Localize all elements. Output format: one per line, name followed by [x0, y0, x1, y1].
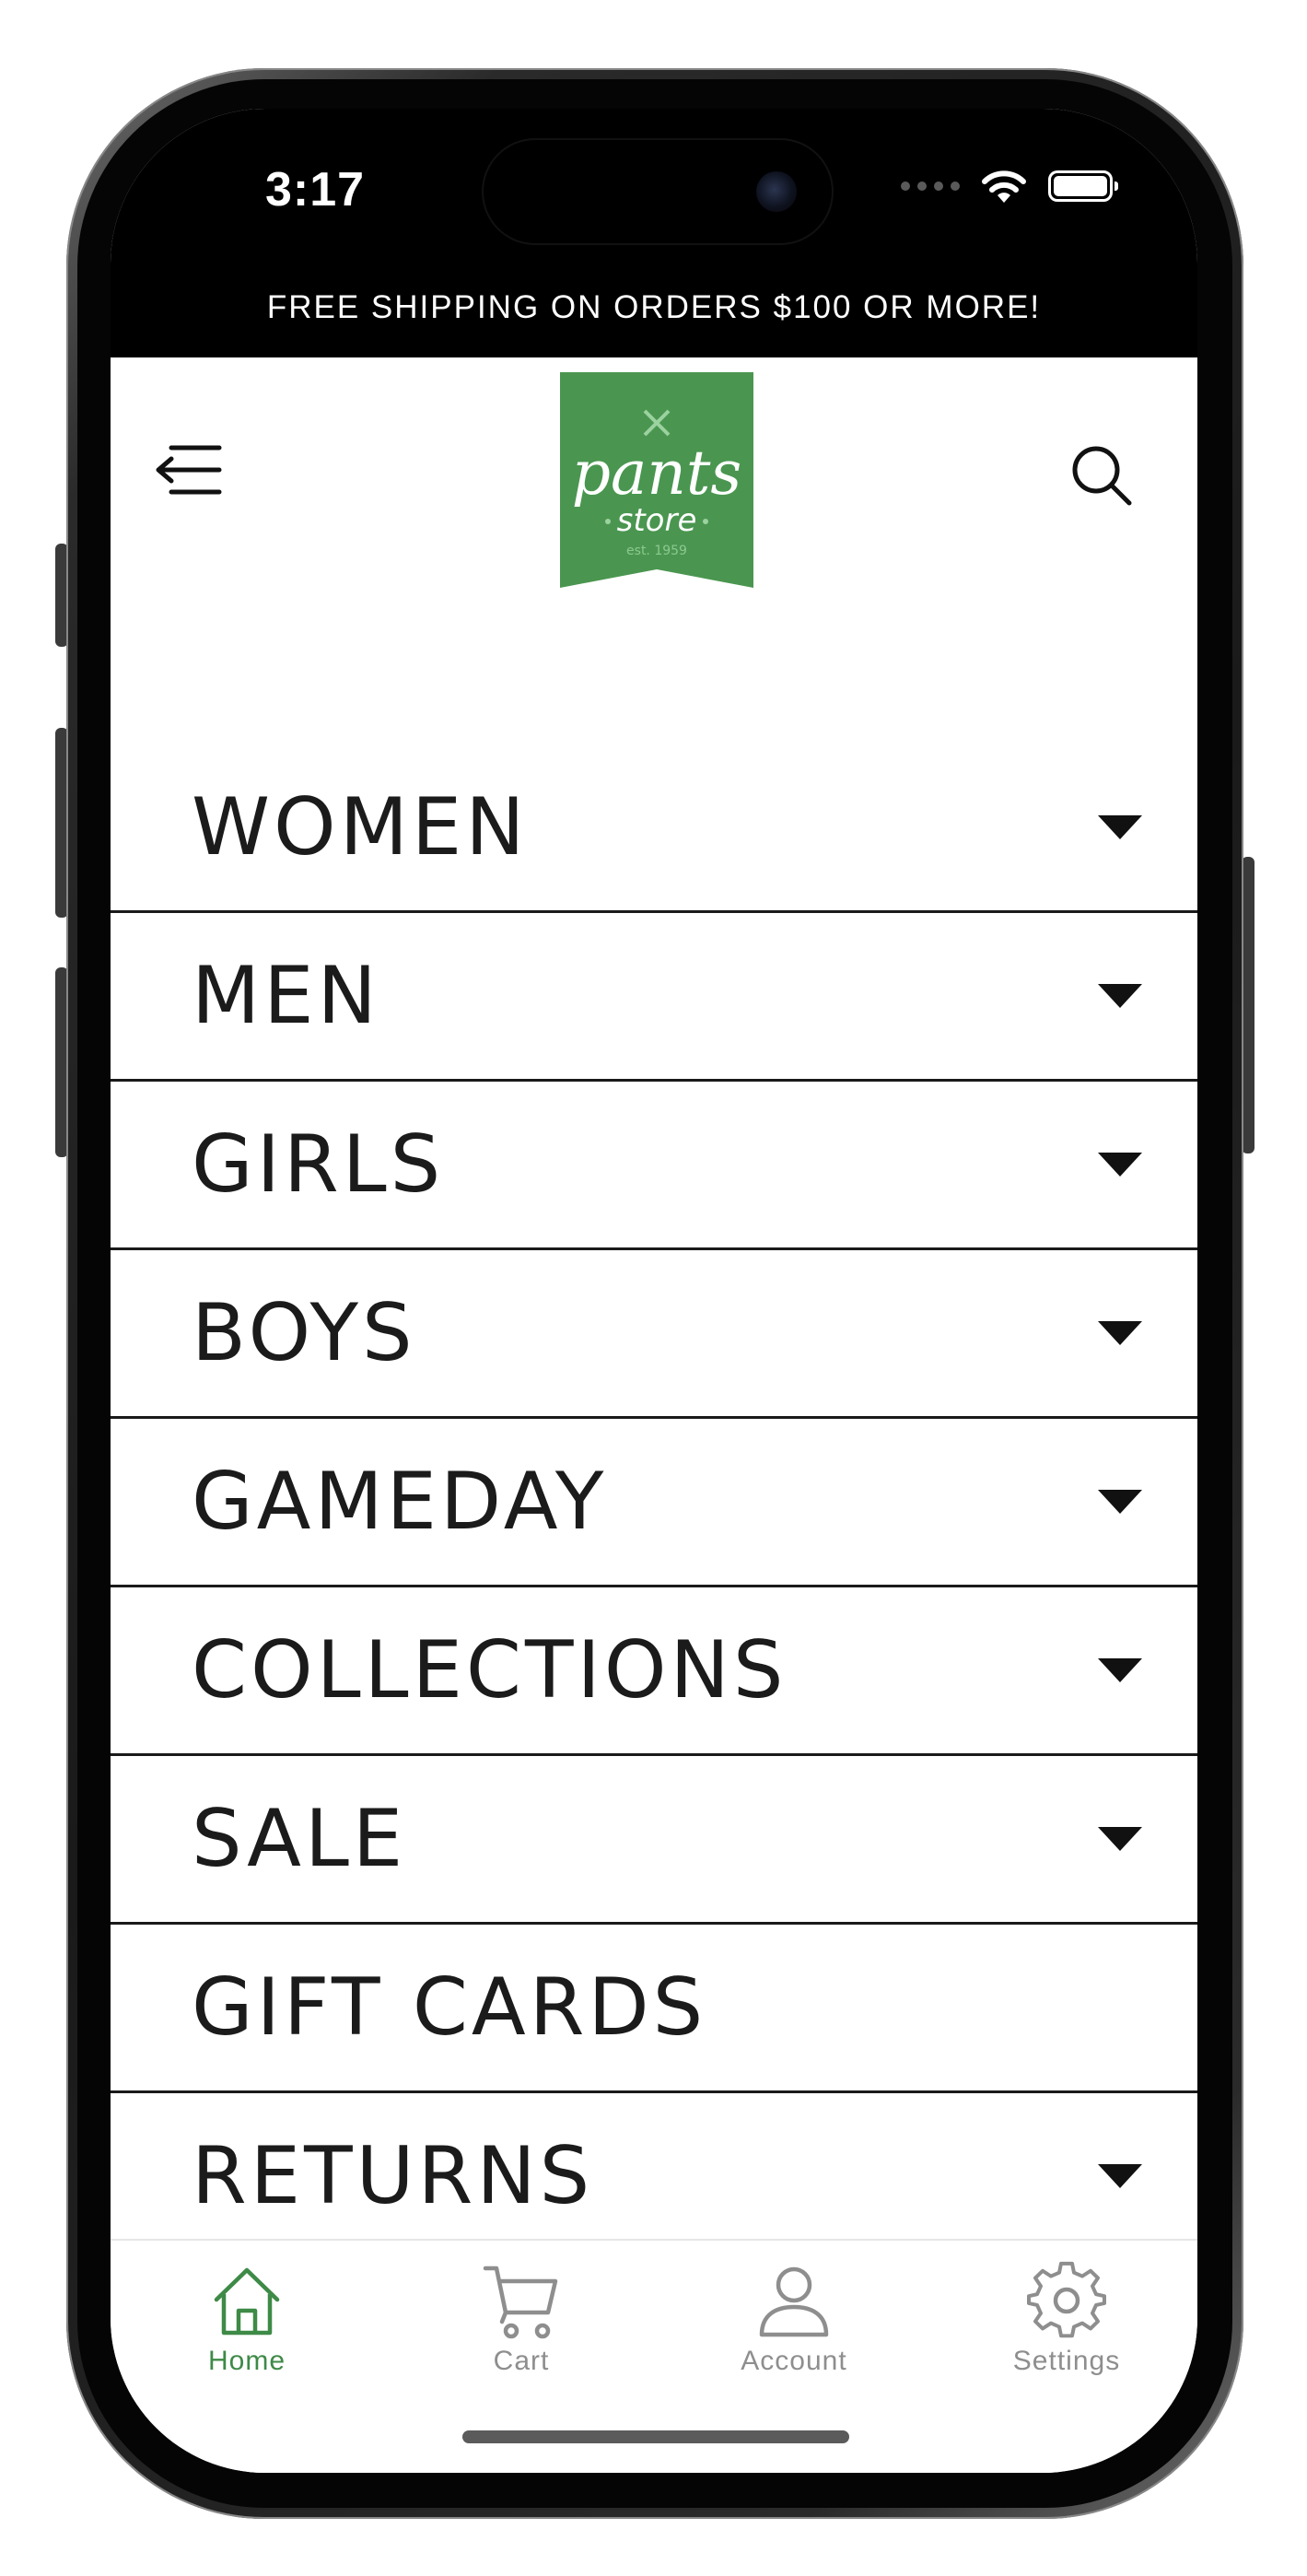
- free-shipping-banner: FREE SHIPPING ON ORDERS $100 OR MORE!: [266, 289, 1042, 325]
- caret-down-icon[interactable]: [1098, 1827, 1142, 1851]
- tab-label: Account: [741, 2346, 847, 2376]
- menu-item-women[interactable]: WOMEN: [111, 744, 1197, 913]
- caret-down-icon[interactable]: [1098, 1490, 1142, 1514]
- person-icon: [759, 2266, 829, 2337]
- caret-down-icon[interactable]: [1098, 984, 1142, 1008]
- tab-account[interactable]: Account: [702, 2261, 886, 2377]
- status-and-banner: 3:17 FREE SHIPPING ON ORDERS $100 OR MOR…: [111, 109, 1197, 357]
- tab-label: Home: [207, 2346, 286, 2376]
- tab-label: Cart: [493, 2346, 550, 2376]
- search-icon[interactable]: [1068, 442, 1135, 509]
- dynamic-island: [484, 140, 832, 243]
- menu-item-boys[interactable]: BOYS: [111, 1250, 1197, 1419]
- menu-item-men[interactable]: MEN: [111, 913, 1197, 1082]
- menu-item-label: GIRLS: [192, 1118, 445, 1211]
- menu-item-label: GIFT CARDS: [192, 1961, 707, 2054]
- menu-item-gift-cards[interactable]: GIFT CARDS: [111, 1925, 1197, 2093]
- logo-est-text: est. 1959: [626, 544, 687, 558]
- menu-item-label: MEN: [192, 950, 380, 1042]
- gear-icon: [1027, 2261, 1106, 2338]
- status-icons: [901, 168, 1118, 205]
- menu-item-label: BOYS: [192, 1287, 416, 1379]
- menu-collapse-icon[interactable]: [153, 442, 223, 498]
- caret-down-icon[interactable]: [1098, 1658, 1142, 1682]
- tab-settings[interactable]: Settings: [974, 2261, 1159, 2377]
- menu-item-returns[interactable]: RETURNS: [111, 2093, 1197, 2262]
- app-screen: 3:17 FREE SHIPPING ON ORDERS $100 OR MOR…: [111, 109, 1197, 2473]
- menu-item-sale[interactable]: SALE: [111, 1756, 1197, 1925]
- home-indicator[interactable]: [462, 2430, 849, 2443]
- logo-sub-text: store: [617, 502, 697, 539]
- menu-item-label: COLLECTIONS: [192, 1624, 788, 1716]
- status-time: 3:17: [265, 163, 366, 217]
- home-icon: [214, 2267, 280, 2336]
- pants-store-logo[interactable]: pants store est. 1959: [560, 372, 753, 588]
- cart-icon: [483, 2266, 558, 2339]
- signal-dots-icon: [901, 181, 960, 191]
- menu-item-label: GAMEDAY: [192, 1456, 608, 1548]
- wifi-icon: [982, 170, 1026, 203]
- tab-cart[interactable]: Cart: [429, 2261, 613, 2377]
- caret-down-icon[interactable]: [1098, 2164, 1142, 2188]
- tab-label: Settings: [1012, 2346, 1121, 2376]
- battery-icon: [1048, 170, 1118, 202]
- power-button: [1242, 857, 1254, 1153]
- menu-item-label: RETURNS: [192, 2130, 594, 2222]
- tab-home[interactable]: Home: [155, 2261, 339, 2377]
- caret-down-icon[interactable]: [1098, 1153, 1142, 1177]
- logo-main-text: pants: [572, 438, 742, 509]
- menu-item-label: SALE: [192, 1793, 407, 1885]
- menu-item-girls[interactable]: GIRLS: [111, 1082, 1197, 1250]
- camera-lens: [756, 171, 797, 212]
- menu-item-gameday[interactable]: GAMEDAY: [111, 1419, 1197, 1587]
- caret-down-icon[interactable]: [1098, 815, 1142, 839]
- menu-item-label: WOMEN: [192, 781, 529, 873]
- category-menu: WOMEN MEN GIRLS BOYS GAMEDAY COLLECTIONS…: [111, 744, 1197, 2262]
- menu-item-collections[interactable]: COLLECTIONS: [111, 1587, 1197, 1756]
- caret-down-icon[interactable]: [1098, 1321, 1142, 1345]
